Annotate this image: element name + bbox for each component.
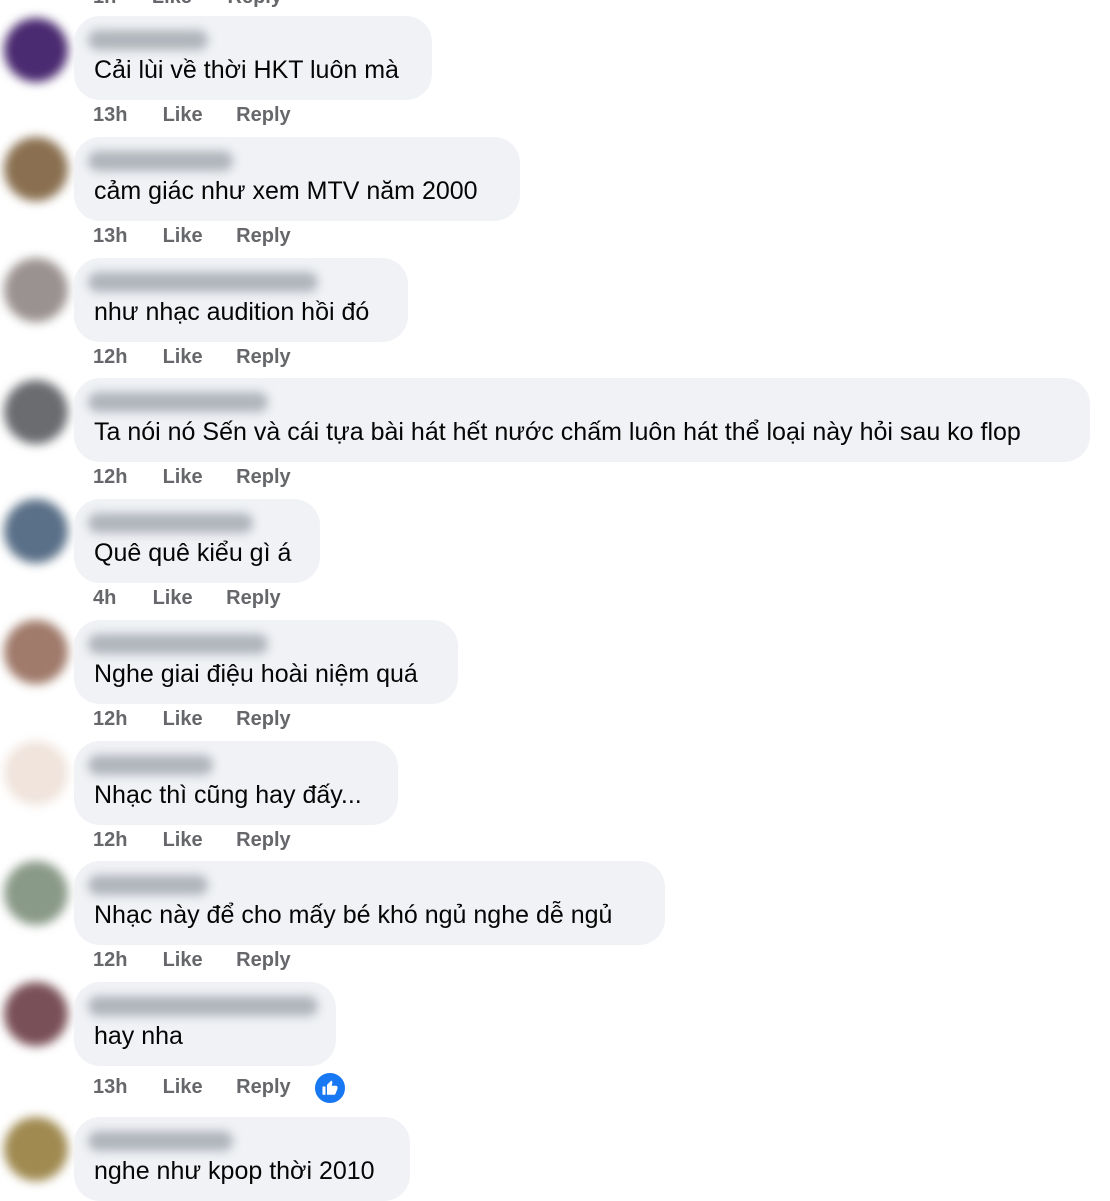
comment-actions: 12h Like Reply (93, 708, 291, 731)
avatar[interactable] (4, 982, 68, 1046)
avatar[interactable] (4, 499, 68, 563)
comment-actions: 13h Like Reply (93, 104, 291, 127)
comment-text: như nhạc audition hồi đó (94, 298, 370, 326)
comment-bubble: như nhạc audition hồi đó (74, 258, 408, 342)
reply-button[interactable]: Reply (228, 0, 282, 8)
avatar[interactable] (4, 620, 68, 684)
comment-actions: 12h Like Reply (93, 829, 291, 852)
comment-actions: 4h Like Reply (93, 587, 281, 610)
comment-actions: 13h Like Reply (93, 225, 291, 248)
comment-time[interactable]: 12h (93, 346, 147, 369)
comment-bubble: Nghe giai điệu hoài niệm quá (74, 620, 458, 704)
comment-time[interactable]: 12h (93, 829, 147, 852)
comment-time[interactable]: 13h (93, 225, 147, 248)
comment-text: Nhạc thì cũng hay đấy... (94, 781, 362, 809)
avatar[interactable] (4, 380, 68, 444)
reply-button[interactable]: Reply (236, 104, 290, 127)
reply-button[interactable]: Reply (226, 587, 280, 610)
comment-text: Nghe giai điệu hoài niệm quá (94, 660, 418, 688)
comment-bubble: Quê quê kiểu gì á (74, 499, 320, 583)
comment-text: Cải lùi về thời HKT luôn mà (94, 56, 399, 84)
avatar[interactable] (4, 741, 68, 805)
like-button[interactable]: Like (163, 949, 203, 972)
comment-text: nghe như kpop thời 2010 (94, 1157, 375, 1185)
avatar[interactable] (4, 1117, 68, 1181)
like-button[interactable]: Like (153, 587, 193, 610)
like-button[interactable]: Like (163, 346, 203, 369)
comment-actions: 12h Like Reply (93, 949, 291, 972)
thumbs-up-icon[interactable] (313, 1071, 347, 1105)
author-name[interactable] (88, 272, 318, 292)
avatar[interactable] (4, 861, 68, 925)
author-name[interactable] (88, 1131, 233, 1151)
comment-time[interactable]: 12h (93, 949, 147, 972)
like-button[interactable]: Like (163, 829, 203, 852)
comment-time[interactable]: 13h (93, 1076, 147, 1099)
like-button[interactable]: Like (163, 1076, 203, 1099)
comment-bubble: Nhạc này để cho mấy bé khó ngủ nghe dễ n… (74, 861, 665, 945)
comment-actions: 12h Like Reply (93, 466, 291, 489)
comment-actions: 12h Like Reply (93, 346, 291, 369)
reply-button[interactable]: Reply (236, 1076, 290, 1099)
reply-button[interactable]: Reply (236, 466, 290, 489)
comment-time[interactable]: 12h (93, 466, 147, 489)
comment-text: Nhạc này để cho mấy bé khó ngủ nghe dễ n… (94, 901, 613, 929)
comment-text: Ta nói nó Sến và cái tựa bài hát hết nướ… (94, 418, 1021, 446)
comment-text: cảm giác như xem MTV năm 2000 (94, 177, 478, 205)
author-name[interactable] (88, 755, 213, 775)
author-name[interactable] (88, 392, 268, 412)
like-button[interactable]: Like (163, 104, 203, 127)
avatar[interactable] (4, 18, 68, 82)
comment-actions: 13h Like Reply (93, 1076, 291, 1099)
comment-time[interactable]: 13h (93, 104, 147, 127)
reply-button[interactable]: Reply (236, 949, 290, 972)
author-name[interactable] (88, 996, 318, 1016)
comment-time[interactable]: 4h (93, 587, 137, 610)
avatar[interactable] (4, 137, 68, 201)
cutoff-actions: 1h Like Reply (93, 0, 312, 9)
comment-bubble: hay nha (74, 982, 336, 1066)
author-name[interactable] (88, 513, 253, 533)
comment-text: Quê quê kiểu gì á (94, 539, 292, 567)
comment-bubble: Cải lùi về thời HKT luôn mà (74, 16, 432, 100)
reply-button[interactable]: Reply (236, 829, 290, 852)
comment-bubble: Nhạc thì cũng hay đấy... (74, 741, 398, 825)
comment-bubble: Ta nói nó Sến và cái tựa bài hát hết nướ… (74, 378, 1090, 462)
author-name[interactable] (88, 30, 208, 50)
reply-button[interactable]: Reply (236, 225, 290, 248)
comment-time: 1h (93, 0, 116, 8)
comment-text: hay nha (94, 1022, 183, 1050)
like-button[interactable]: Like (152, 0, 192, 8)
like-button[interactable]: Like (163, 225, 203, 248)
avatar[interactable] (4, 258, 68, 322)
reply-button[interactable]: Reply (236, 346, 290, 369)
like-button[interactable]: Like (163, 466, 203, 489)
reply-button[interactable]: Reply (236, 708, 290, 731)
comment-bubble: cảm giác như xem MTV năm 2000 (74, 137, 520, 221)
like-button[interactable]: Like (163, 708, 203, 731)
comment-bubble: nghe như kpop thời 2010 (74, 1117, 410, 1201)
author-name[interactable] (88, 875, 208, 895)
author-name[interactable] (88, 151, 233, 171)
comment-time[interactable]: 12h (93, 708, 147, 731)
author-name[interactable] (88, 634, 268, 654)
